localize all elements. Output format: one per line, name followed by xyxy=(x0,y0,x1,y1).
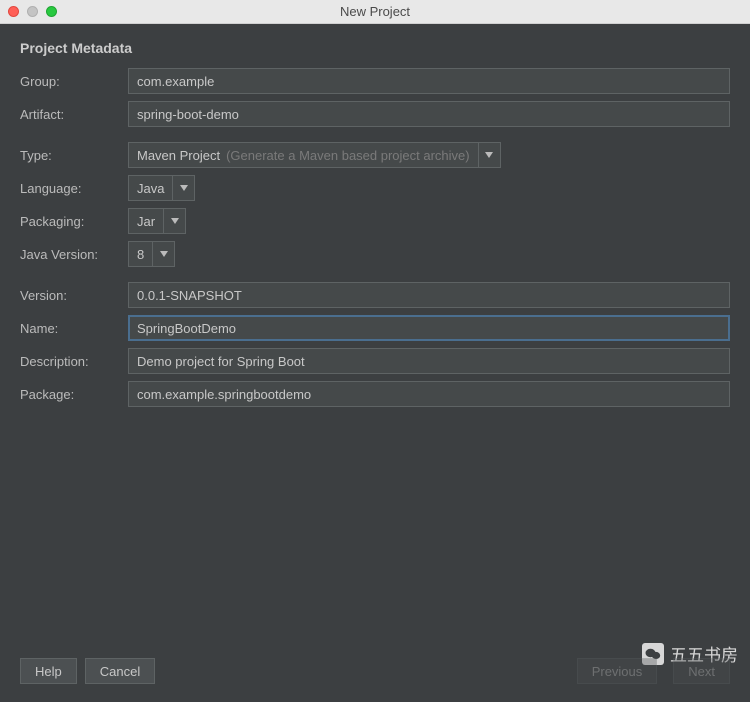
form: Group: Artifact: Type: Maven Project (Ge… xyxy=(20,68,730,414)
content-area: Project Metadata Group: Artifact: Type: … xyxy=(0,24,750,646)
description-input[interactable] xyxy=(128,348,730,374)
chevron-down-icon xyxy=(478,143,500,167)
next-button[interactable]: Next xyxy=(673,658,730,684)
chevron-down-icon xyxy=(152,242,174,266)
packaging-value: Jar xyxy=(137,214,155,229)
type-value: Maven Project xyxy=(137,148,220,163)
window-title: New Project xyxy=(0,4,750,19)
artifact-input[interactable] xyxy=(128,101,730,127)
name-input[interactable] xyxy=(128,315,730,341)
chevron-down-icon xyxy=(163,209,185,233)
version-label: Version: xyxy=(20,288,128,303)
name-label: Name: xyxy=(20,321,128,336)
java-version-label: Java Version: xyxy=(20,247,128,262)
language-label: Language: xyxy=(20,181,128,196)
description-label: Description: xyxy=(20,354,128,369)
language-dropdown[interactable]: Java xyxy=(128,175,195,201)
packaging-dropdown[interactable]: Jar xyxy=(128,208,186,234)
previous-button[interactable]: Previous xyxy=(577,658,658,684)
group-label: Group: xyxy=(20,74,128,89)
java-version-value: 8 xyxy=(137,247,144,262)
packaging-label: Packaging: xyxy=(20,214,128,229)
titlebar: New Project xyxy=(0,0,750,24)
language-value: Java xyxy=(137,181,164,196)
footer: Help Cancel Previous Next xyxy=(0,646,750,702)
type-dropdown[interactable]: Maven Project (Generate a Maven based pr… xyxy=(128,142,501,168)
type-hint: (Generate a Maven based project archive) xyxy=(226,148,470,163)
type-label: Type: xyxy=(20,148,128,163)
group-input[interactable] xyxy=(128,68,730,94)
package-input[interactable] xyxy=(128,381,730,407)
chevron-down-icon xyxy=(172,176,194,200)
help-button[interactable]: Help xyxy=(20,658,77,684)
artifact-label: Artifact: xyxy=(20,107,128,122)
java-version-dropdown[interactable]: 8 xyxy=(128,241,175,267)
section-title: Project Metadata xyxy=(20,40,730,56)
cancel-button[interactable]: Cancel xyxy=(85,658,155,684)
package-label: Package: xyxy=(20,387,128,402)
version-input[interactable] xyxy=(128,282,730,308)
